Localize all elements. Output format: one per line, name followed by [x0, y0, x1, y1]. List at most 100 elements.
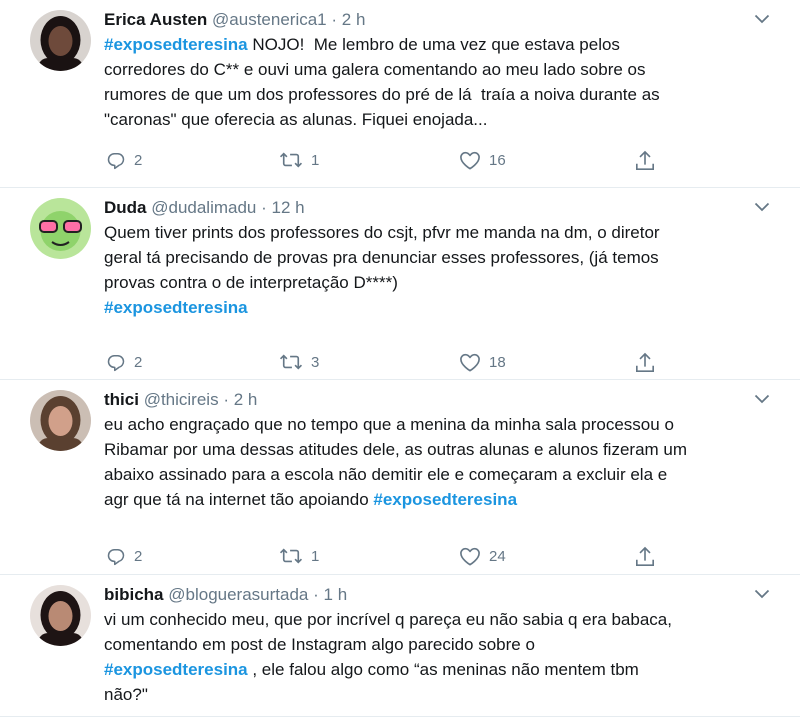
text-segment: agr que tá na internet tão apoiando	[104, 490, 374, 509]
user-handle[interactable]: @dudalimadu	[151, 198, 256, 217]
tweet-text-line: corredores do C** e ouvi uma galera come…	[104, 57, 770, 82]
reply-icon	[106, 546, 126, 566]
share-icon	[635, 150, 655, 172]
retweet-button[interactable]: 1	[279, 150, 319, 170]
separator-dot: ·	[313, 585, 319, 604]
timestamp[interactable]: 2 h	[234, 390, 258, 409]
user-handle[interactable]: @bloguerasurtada	[168, 585, 308, 604]
text-segment: NOJO! Me lembro de uma vez que estava pe…	[247, 35, 620, 54]
reply-button[interactable]: 2	[106, 352, 142, 372]
tweet-text-line: eu acho engraçado que no tempo que a men…	[104, 412, 770, 437]
text-segment: não?"	[104, 685, 148, 704]
tweet-header: Duda @dudalimadu · 12 h	[104, 197, 770, 219]
reply-button[interactable]: 2	[106, 546, 142, 566]
like-icon	[459, 150, 481, 170]
share-icon	[635, 546, 655, 568]
reply-icon	[106, 352, 126, 372]
chevron-down-icon[interactable]	[752, 389, 772, 409]
share-button[interactable]	[635, 150, 655, 172]
tweet-text-line: provas contra o de interpretação D****)	[104, 270, 770, 295]
tweet-text-line: vi um conhecido meu, que por incrível q …	[104, 607, 770, 632]
separator-dot: ·	[331, 10, 338, 29]
tweet-text-line: #exposedteresina	[104, 295, 770, 320]
like-button[interactable]: 18	[459, 352, 506, 372]
tweet-text-line: não?"	[104, 682, 770, 707]
retweet-count: 1	[311, 547, 320, 565]
tweet-text-line: geral tá precisando de provas pra denunc…	[104, 245, 770, 270]
timestamp[interactable]: 12 h	[272, 198, 305, 217]
tweet-content: Duda @dudalimadu · 12 h Quem tiver prints…	[104, 197, 772, 372]
hashtag-link[interactable]: #exposedteresina	[104, 35, 248, 54]
avatar[interactable]	[30, 390, 91, 451]
tweet-text-line: agr que tá na internet tão apoiando #exp…	[104, 487, 770, 512]
retweet-icon	[279, 150, 303, 170]
retweet-button[interactable]: 1	[279, 546, 319, 566]
text-segment: provas contra o de interpretação D****)	[104, 273, 398, 292]
tweet-actions: 2 3 18	[104, 352, 664, 374]
tweet[interactable]: thici @thicireis · 2 h eu acho engraçado …	[0, 380, 800, 575]
like-button[interactable]: 16	[459, 150, 506, 170]
tweet-text-line: Ribamar por uma dessas atitudes dele, as…	[104, 437, 770, 462]
text-segment: , ele falou algo como “as meninas não me…	[247, 660, 639, 679]
share-button[interactable]	[635, 352, 655, 374]
tweet-content: bibicha @bloguerasurtada · 1 h vi um conh…	[104, 584, 770, 707]
tweet[interactable]: Erica Austen @austenerica1 · 2 h #exposed…	[0, 0, 800, 188]
tweet-text-line: Quem tiver prints dos professores do csj…	[104, 220, 770, 245]
separator-dot: ·	[261, 198, 267, 217]
hashtag-link[interactable]: #exposedteresina	[104, 660, 248, 679]
chevron-down-icon[interactable]	[752, 584, 772, 604]
chevron-down-icon[interactable]	[752, 9, 772, 29]
retweet-icon	[279, 352, 303, 372]
avatar[interactable]	[30, 585, 91, 646]
reply-count: 2	[134, 151, 143, 169]
tweet-header: thici @thicireis · 2 h	[104, 389, 770, 411]
reply-button[interactable]: 2	[106, 150, 142, 170]
like-button[interactable]: 24	[459, 546, 506, 566]
text-segment: eu acho engraçado que no tempo que a men…	[104, 415, 674, 434]
timestamp[interactable]: 2 h	[342, 10, 366, 29]
avatar[interactable]	[30, 198, 91, 259]
like-icon	[459, 352, 481, 372]
reply-icon	[106, 150, 126, 170]
hashtag-link[interactable]: #exposedteresina	[104, 298, 248, 317]
text-segment: geral tá precisando de provas pra denunc…	[104, 248, 659, 267]
tweet-text-line: rumores de que um dos professores do pré…	[104, 82, 770, 107]
tweet[interactable]: Duda @dudalimadu · 12 h Quem tiver prints…	[0, 188, 800, 380]
reply-count: 2	[134, 547, 143, 565]
tweet-text: #exposedteresina NOJO! Me lembro de uma …	[104, 32, 770, 132]
display-name[interactable]: bibicha	[104, 585, 164, 604]
display-name[interactable]: Erica Austen	[104, 10, 207, 29]
like-count: 18	[489, 353, 506, 371]
user-handle[interactable]: @thicireis	[144, 390, 219, 409]
timestamp[interactable]: 1 h	[324, 585, 348, 604]
text-segment: rumores de que um dos professores do pré…	[104, 85, 660, 104]
tweet-actions: 2 1 16	[104, 150, 664, 172]
tweet-text-line: comentando em post de Instagram algo par…	[104, 632, 770, 657]
tweet-text: vi um conhecido meu, que por incrível q …	[104, 607, 770, 707]
display-name[interactable]: Duda	[104, 198, 147, 217]
tweet-feed: Erica Austen @austenerica1 · 2 h #exposed…	[0, 0, 800, 717]
chevron-down-icon[interactable]	[752, 197, 772, 217]
tweet-text: Quem tiver prints dos professores do csj…	[104, 220, 770, 320]
tweet-header: Erica Austen @austenerica1 · 2 h	[104, 9, 770, 31]
display-name[interactable]: thici	[104, 390, 139, 409]
retweet-icon	[279, 546, 303, 566]
tweet-actions: 2 1 24	[104, 546, 664, 568]
like-icon	[459, 546, 481, 566]
retweet-count: 1	[311, 151, 320, 169]
retweet-button[interactable]: 3	[279, 352, 319, 372]
text-segment: corredores do C** e ouvi uma galera come…	[104, 60, 646, 79]
hashtag-link[interactable]: #exposedteresina	[373, 490, 517, 509]
tweet[interactable]: bibicha @bloguerasurtada · 1 h vi um conh…	[0, 575, 800, 717]
share-icon	[635, 352, 655, 374]
text-segment: vi um conhecido meu, que por incrível q …	[104, 610, 672, 629]
user-handle[interactable]: @austenerica1	[212, 10, 327, 29]
tweet-text: eu acho engraçado que no tempo que a men…	[104, 412, 770, 512]
tweet-text-line: abaixo assinado para a escola não demiti…	[104, 462, 770, 487]
text-segment: Quem tiver prints dos professores do csj…	[104, 223, 660, 242]
like-count: 24	[489, 547, 506, 565]
retweet-count: 3	[311, 353, 320, 371]
avatar[interactable]	[30, 10, 91, 71]
share-button[interactable]	[635, 546, 655, 568]
tweet-content: thici @thicireis · 2 h eu acho engraçado …	[104, 389, 772, 566]
